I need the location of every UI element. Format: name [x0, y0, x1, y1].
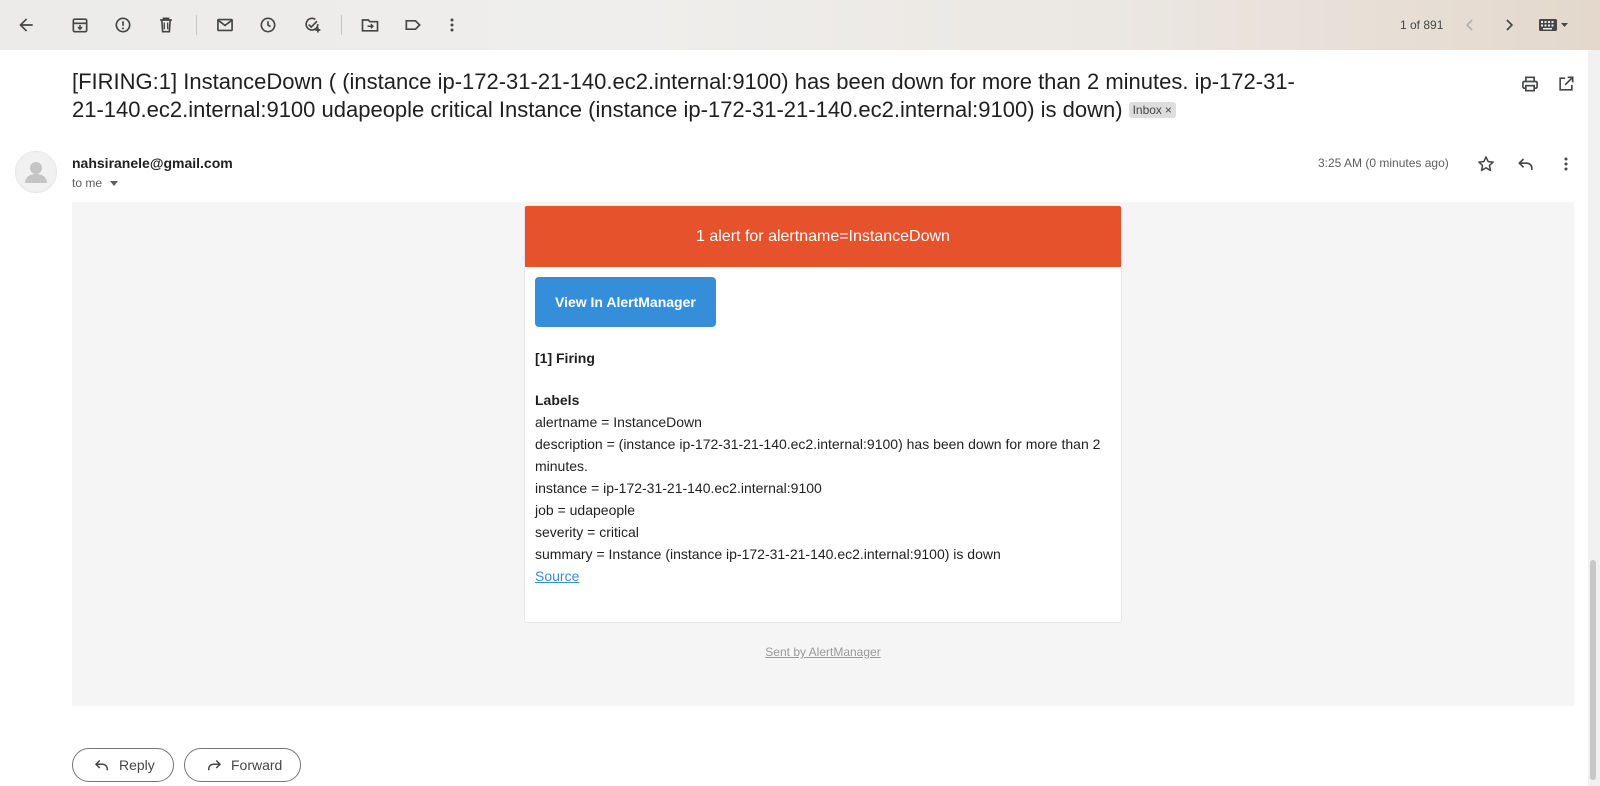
report-spam-icon[interactable] — [103, 5, 143, 45]
toolbar-divider — [196, 15, 197, 35]
scrollbar[interactable] — [1588, 50, 1600, 786]
email-subject: [FIRING:1] InstanceDown ( (instance ip-1… — [72, 68, 1312, 124]
toolbar: 1 of 891 — [0, 0, 1600, 50]
sent-by-alertmanager-link[interactable]: Sent by AlertManager — [72, 645, 1574, 659]
delete-icon[interactable] — [146, 5, 186, 45]
snooze-icon[interactable] — [248, 5, 288, 45]
remove-label-icon[interactable]: × — [1165, 103, 1172, 117]
email-timestamp: 3:25 AM (0 minutes ago) — [1318, 156, 1449, 170]
back-arrow-icon[interactable] — [6, 5, 46, 45]
forward-label: Forward — [231, 757, 283, 773]
toolbar-divider — [341, 15, 342, 35]
label-line: instance = ip-172-31-21-140.ec2.internal… — [535, 480, 822, 496]
keyboard-icon[interactable] — [1528, 5, 1578, 45]
forward-button[interactable]: Forward — [184, 748, 302, 782]
alert-card: 1 alert for alertname=InstanceDown View … — [524, 205, 1122, 623]
reply-label: Reply — [119, 757, 155, 773]
archive-icon[interactable] — [60, 5, 100, 45]
label-line: summary = Instance (instance ip-172-31-2… — [535, 546, 1001, 562]
recipient-text: to me — [72, 176, 103, 190]
pager-count: 1 of 891 — [1400, 18, 1444, 32]
more-options-icon[interactable] — [1552, 150, 1580, 178]
alert-content: View In AlertManager [1] Firing Labels a… — [525, 267, 1121, 597]
source-link[interactable]: Source — [535, 565, 1111, 587]
newer-chevron-icon[interactable] — [1450, 5, 1490, 45]
recipient-details[interactable]: to me — [72, 176, 119, 190]
view-in-alertmanager-button[interactable]: View In AlertManager — [535, 277, 716, 327]
reply-button[interactable]: Reply — [72, 748, 174, 782]
label-icon[interactable] — [393, 5, 433, 45]
email-body: 1 alert for alertname=InstanceDown View … — [72, 202, 1574, 706]
open-new-window-icon[interactable] — [1552, 70, 1580, 98]
scrollbar-thumb[interactable] — [1590, 560, 1596, 780]
older-chevron-icon[interactable] — [1489, 5, 1529, 45]
inbox-label-chip[interactable]: Inbox × — [1128, 102, 1176, 118]
dropdown-caret-icon[interactable] — [110, 180, 119, 186]
print-icon[interactable] — [1516, 70, 1544, 98]
sender-email[interactable]: nahsiranele@gmail.com — [72, 155, 233, 171]
label-line: alertname = InstanceDown — [535, 414, 702, 430]
label-line: description = (instance ip-172-31-21-140… — [535, 436, 1101, 474]
add-task-icon[interactable] — [292, 5, 332, 45]
labels-heading: Labels — [535, 392, 580, 408]
reply-arrow-icon — [94, 759, 108, 771]
move-to-icon[interactable] — [350, 5, 390, 45]
star-icon[interactable] — [1472, 150, 1500, 178]
avatar[interactable] — [15, 151, 57, 193]
more-vert-icon[interactable] — [432, 5, 472, 45]
firing-heading: [1] Firing — [535, 350, 595, 366]
inbox-label-text: Inbox — [1132, 103, 1162, 117]
forward-arrow-icon — [208, 759, 222, 771]
label-line: job = udapeople — [535, 502, 636, 518]
subject-text: [FIRING:1] InstanceDown ( (instance ip-1… — [72, 69, 1295, 122]
alert-header: 1 alert for alertname=InstanceDown — [525, 206, 1121, 267]
label-line: severity = critical — [535, 524, 639, 540]
mark-unread-icon[interactable] — [205, 5, 245, 45]
reply-icon[interactable] — [1512, 150, 1540, 178]
